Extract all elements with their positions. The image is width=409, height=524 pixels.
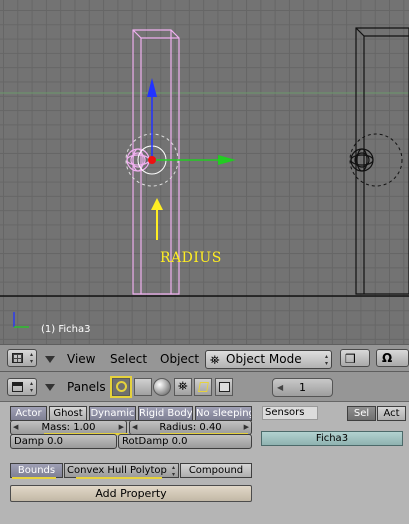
- rotdamp-field[interactable]: RotDamp 0.0: [118, 434, 252, 449]
- view-menu[interactable]: View: [67, 349, 95, 369]
- pivot-icon: Ω: [382, 351, 393, 365]
- ghost-toggle[interactable]: Ghost: [49, 406, 87, 421]
- frame-value: 1: [299, 381, 306, 394]
- object-panel-icon[interactable]: ⛯: [174, 378, 192, 396]
- active-object-label: (1) Ficha3: [41, 324, 91, 335]
- blender-window: RADIUS (1) Ficha3 ▴ ▾ View Select Object …: [0, 0, 409, 524]
- scene-panel-icon[interactable]: [215, 378, 233, 396]
- axis-icon: ⛯: [178, 379, 188, 393]
- updown-icon: ▴ ▾: [171, 464, 175, 478]
- collapse-menu-icon[interactable]: [45, 384, 55, 391]
- updown-icon: ▴ ▾: [29, 351, 33, 365]
- mode-select-label: Object Mode: [226, 352, 302, 366]
- bounds-type-highlight: [76, 477, 162, 479]
- other-radius-circle: [349, 133, 403, 187]
- collapse-menu-icon[interactable]: [45, 356, 55, 363]
- compound-toggle[interactable]: Compound: [180, 463, 252, 478]
- buttons-editor-type[interactable]: ▴ ▾: [7, 378, 37, 396]
- scene-canvas[interactable]: [0, 0, 409, 344]
- cube-icon: ❒: [345, 352, 356, 366]
- shading-panel-icon[interactable]: [153, 378, 171, 396]
- arrow-left-icon: ◀: [13, 423, 19, 431]
- editor-type-button[interactable]: ▴ ▾: [7, 349, 37, 367]
- grid-icon: [12, 353, 23, 363]
- object-menu[interactable]: Object: [160, 349, 199, 369]
- script-panel-icon[interactable]: [134, 378, 152, 396]
- act-toggle[interactable]: Act: [377, 406, 406, 421]
- 3d-view-header: ▴ ▾ View Select Object ⛯ Object Mode ▴ ▾ ❒…: [0, 344, 409, 372]
- panels-label: Panels: [67, 380, 106, 394]
- other-object-wireframe: [350, 27, 409, 295]
- sensor-object-bar[interactable]: Ficha3: [261, 431, 403, 446]
- edit-square-icon: [198, 382, 209, 392]
- radius-value: Radius: 0.40: [159, 422, 222, 433]
- z-axis-arrow: [147, 78, 157, 97]
- object-origin-dot: [148, 156, 156, 164]
- object-mode-icon: ⛯: [210, 353, 220, 367]
- no-sleeping-toggle[interactable]: No sleeping: [195, 406, 252, 421]
- radius-annotation: RADIUS: [160, 250, 222, 266]
- 3d-viewport[interactable]: RADIUS (1) Ficha3: [0, 0, 409, 344]
- dynamic-toggle[interactable]: Dynamic: [89, 406, 136, 421]
- add-property-button[interactable]: Add Property: [10, 485, 252, 502]
- image-icon: [219, 382, 230, 392]
- updown-icon: ▴ ▾: [29, 380, 33, 394]
- arrow-left-icon: ◀: [132, 423, 138, 431]
- bounds-highlight: [12, 477, 56, 479]
- x-axis-arrow: [218, 155, 236, 165]
- draw-type-button[interactable]: ❒: [340, 349, 370, 367]
- current-frame-field[interactable]: ◀ 1: [272, 378, 333, 397]
- logic-panel-icon[interactable]: [110, 376, 132, 398]
- updown-icon: ▴ ▾: [324, 353, 328, 367]
- logic-icon: [116, 381, 127, 392]
- annotation-arrow-head: [151, 198, 163, 210]
- mass-value: Mass: 1.00: [41, 422, 96, 433]
- sel-toggle[interactable]: Sel: [347, 406, 376, 421]
- bounds-toggle[interactable]: Bounds: [10, 463, 63, 478]
- window-icon: [12, 382, 23, 392]
- buttons-window-header: ▴ ▾ Panels ⛯ ◀ 1: [0, 372, 409, 402]
- bounds-type-label: Convex Hull Polytop: [67, 465, 167, 476]
- decrement-arrow-icon: ◀: [277, 383, 284, 392]
- damp-field[interactable]: Damp 0.0: [10, 434, 117, 449]
- mode-select[interactable]: ⛯ Object Mode ▴ ▾: [205, 350, 332, 369]
- sensors-label: Sensors: [262, 406, 318, 420]
- rigid-body-toggle[interactable]: Rigid Body: [138, 406, 193, 421]
- bounds-type-select[interactable]: Convex Hull Polytop ▴ ▾: [64, 463, 179, 478]
- pivot-button[interactable]: Ω: [376, 349, 409, 367]
- select-menu[interactable]: Select: [110, 349, 147, 369]
- editing-panel-icon[interactable]: [194, 378, 212, 396]
- actor-toggle[interactable]: Actor: [10, 406, 47, 421]
